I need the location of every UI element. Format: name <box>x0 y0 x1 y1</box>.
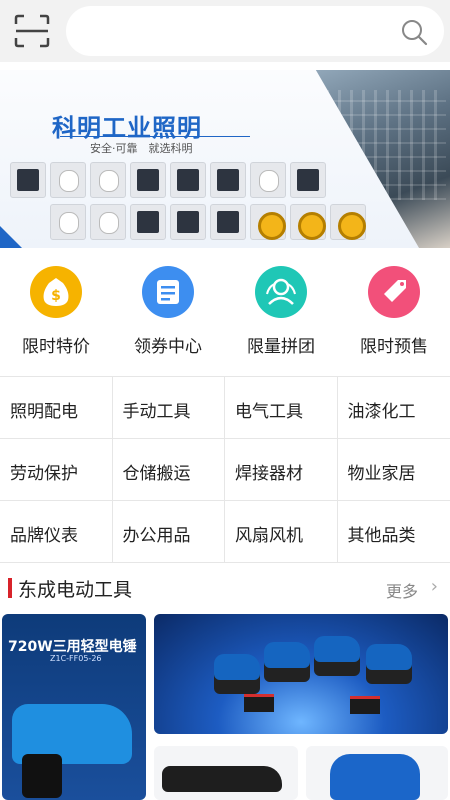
quick-entry-label: 限时特价 <box>22 337 90 357</box>
search-icon[interactable] <box>400 18 428 46</box>
tool-image <box>330 754 420 800</box>
section-header: 东成电动工具 更多 › <box>0 570 450 606</box>
product-thumb <box>250 204 286 240</box>
product-thumb <box>90 162 126 198</box>
product-thumb <box>130 162 166 198</box>
product-thumb <box>210 162 246 198</box>
quick-entry-coupons[interactable]: 领券中心 <box>112 262 224 362</box>
product-model: Z1C-FF05-26 <box>50 654 102 663</box>
section-title: 东成电动工具 <box>18 579 133 601</box>
promo-banner[interactable]: 科明工业照明 安全·可靠 就选科明 <box>0 70 450 248</box>
category-item[interactable]: 手动工具 <box>112 377 225 439</box>
drill-image <box>366 644 412 684</box>
dollar-bag-icon: $ <box>30 266 82 318</box>
category-item[interactable]: 电气工具 <box>225 377 338 439</box>
more-link[interactable]: 更多 <box>386 578 418 602</box>
tag-icon <box>368 266 420 318</box>
product-thumb <box>50 162 86 198</box>
category-item[interactable]: 焊接器材 <box>225 439 338 501</box>
quick-entry-label: 限量拼团 <box>247 337 315 357</box>
drill-image <box>214 654 260 694</box>
hammer-drill-image <box>162 766 282 792</box>
quick-entry-label: 限时预售 <box>360 337 428 357</box>
product-thumb <box>170 162 206 198</box>
product-card[interactable] <box>154 746 298 800</box>
scan-icon[interactable] <box>14 14 50 48</box>
category-item[interactable]: 物业家居 <box>337 439 450 501</box>
category-item[interactable]: 办公用品 <box>112 501 225 563</box>
quick-entries: $ 限时特价 领券中心 限量拼团 限时预售 <box>0 262 450 370</box>
product-thumb <box>290 204 326 240</box>
product-thumb <box>330 204 366 240</box>
product-thumb <box>130 204 166 240</box>
banner-subtitle: 安全·可靠 就选科明 <box>90 142 193 155</box>
svg-text:$: $ <box>51 288 61 304</box>
banner-title: 科明工业照明 <box>52 114 202 142</box>
top-bar <box>0 0 450 62</box>
quick-entry-label: 领券中心 <box>134 337 202 357</box>
chevron-right-icon[interactable]: › <box>431 576 438 597</box>
category-item[interactable]: 仓储搬运 <box>112 439 225 501</box>
search-input[interactable] <box>66 6 444 56</box>
product-thumb <box>210 204 246 240</box>
quick-entry-group-buy[interactable]: 限量拼团 <box>225 262 337 362</box>
product-thumb <box>90 204 126 240</box>
category-item[interactable]: 其他品类 <box>337 501 450 563</box>
category-item[interactable]: 品牌仪表 <box>0 501 113 563</box>
quick-entry-flash-sale[interactable]: $ 限时特价 <box>0 262 112 362</box>
category-grid: 照明配电 手动工具 电气工具 油漆化工 劳动保护 仓储搬运 焊接器材 物业家居 … <box>0 376 450 563</box>
product-title: 720W三用轻型电锤 <box>8 639 137 655</box>
product-thumb <box>170 204 206 240</box>
product-banner[interactable] <box>154 614 448 734</box>
drill-image <box>264 642 310 682</box>
coupon-icon <box>142 266 194 318</box>
product-thumb <box>250 162 286 198</box>
category-item[interactable]: 油漆化工 <box>337 377 450 439</box>
category-item[interactable]: 风扇风机 <box>225 501 338 563</box>
product-thumb <box>10 162 46 198</box>
group-icon <box>255 266 307 318</box>
drill-image <box>314 636 360 676</box>
category-item[interactable]: 照明配电 <box>0 377 113 439</box>
product-thumb <box>290 162 326 198</box>
category-item[interactable]: 劳动保护 <box>0 439 113 501</box>
product-card[interactable] <box>306 746 448 800</box>
product-card[interactable]: 720W三用轻型电锤 Z1C-FF05-26 <box>2 614 146 800</box>
quick-entry-presale[interactable]: 限时预售 <box>338 262 450 362</box>
product-thumb <box>50 204 86 240</box>
